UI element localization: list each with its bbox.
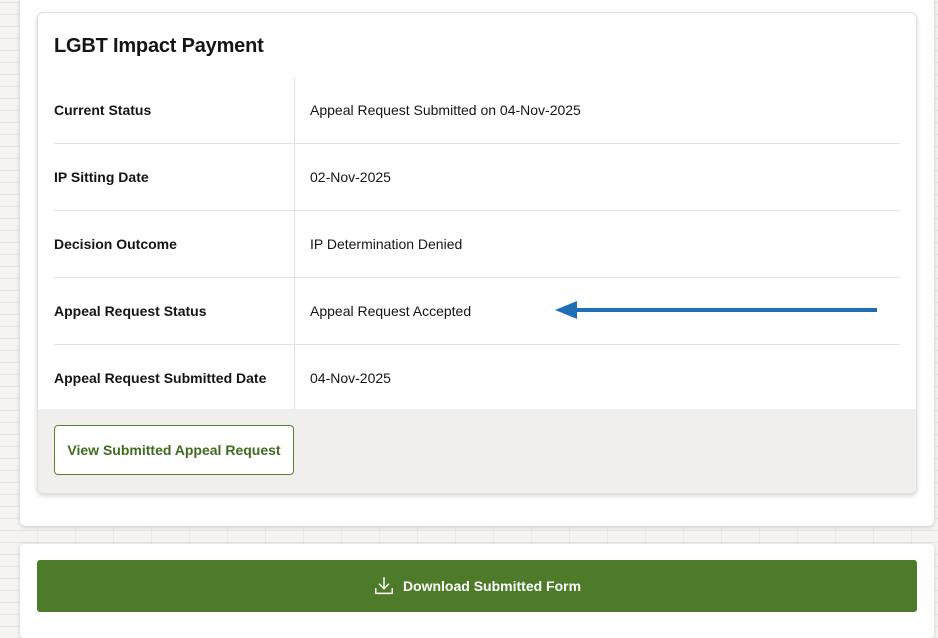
annotation-arrow-icon xyxy=(555,301,877,319)
detail-value: 02-Nov-2025 xyxy=(310,169,391,185)
lgbt-impact-payment-card: LGBT Impact Payment Current Status Appea… xyxy=(37,12,917,494)
detail-row-ip-sitting-date: IP Sitting Date 02-Nov-2025 xyxy=(54,144,900,211)
card-title: LGBT Impact Payment xyxy=(54,35,264,57)
detail-label: Appeal Request Status xyxy=(54,278,295,344)
download-submitted-form-button[interactable]: Download Submitted Form xyxy=(37,560,917,612)
detail-label: IP Sitting Date xyxy=(54,144,295,210)
detail-label: Decision Outcome xyxy=(54,211,295,277)
detail-value: Appeal Request Accepted xyxy=(310,303,472,319)
detail-label: Appeal Request Submitted Date xyxy=(54,345,295,411)
details-table: Current Status Appeal Request Submitted … xyxy=(54,77,900,411)
detail-row-current-status: Current Status Appeal Request Submitted … xyxy=(54,77,900,144)
card-footer: View Submitted Appeal Request xyxy=(38,409,916,493)
detail-value: 04-Nov-2025 xyxy=(310,370,391,386)
view-submitted-appeal-button[interactable]: View Submitted Appeal Request xyxy=(54,425,294,475)
detail-row-decision-outcome: Decision Outcome IP Determination Denied xyxy=(54,211,900,278)
detail-row-appeal-submitted-date: Appeal Request Submitted Date 04-Nov-202… xyxy=(54,345,900,411)
detail-label: Current Status xyxy=(54,77,295,143)
download-icon xyxy=(374,577,393,595)
download-button-label: Download Submitted Form xyxy=(402,578,582,594)
detail-value: IP Determination Denied xyxy=(310,236,463,252)
detail-value: Appeal Request Submitted on 04-Nov-2025 xyxy=(310,102,581,118)
